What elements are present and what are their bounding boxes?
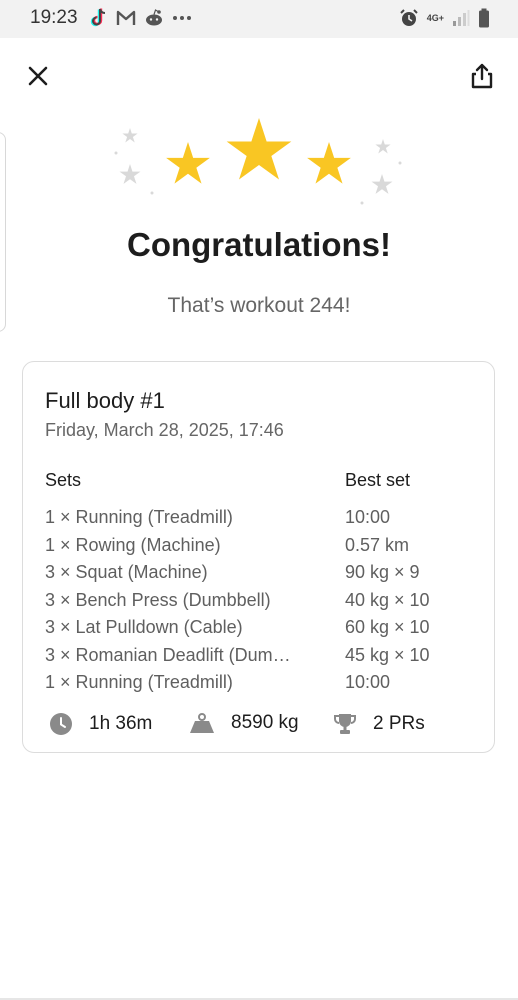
volume-stat: 8590 kg [189, 712, 299, 734]
tiktok-icon [90, 8, 106, 27]
exercise-best-set: 10:00 [345, 672, 391, 692]
star-icon [307, 142, 351, 184]
volume-value: 8590 kg [231, 712, 299, 733]
exercise-sets: 3 × Squat (Machine) [45, 562, 208, 582]
exercise-best-set: 10:00 [345, 507, 391, 527]
sparkle-dot [398, 161, 402, 165]
network-type: 4G+ [426, 12, 444, 23]
exercise-best-set: 45 kg × 10 [345, 644, 430, 665]
sparkle-dot [114, 151, 118, 155]
sparkle-dot [150, 191, 154, 195]
exercise-sets: 1 × Running (Treadmill) [45, 672, 233, 692]
congratulations-title: Congratulations! [127, 226, 391, 263]
trophy-icon [334, 714, 356, 734]
alarm-icon [400, 9, 418, 26]
exercise-best-set: 40 kg × 10 [345, 589, 430, 610]
clock-icon [50, 713, 72, 735]
workout-title: Full body #1 [45, 388, 165, 413]
exercise-sets: 1 × Running (Treadmill) [45, 507, 233, 527]
exercise-best-set: 0.57 km [345, 534, 410, 555]
prs-stat: 2 PRs [333, 712, 425, 736]
reddit-icon [146, 9, 162, 26]
duration-stat: 1h 36m [49, 712, 152, 736]
status-time: 19:23 [30, 7, 78, 28]
exercise-sets: 3 × Romanian Deadlift (Dum… [45, 644, 291, 665]
exercise-best-set: 60 kg × 10 [345, 617, 430, 637]
star-icon [166, 142, 210, 184]
battery-icon [479, 8, 489, 28]
sparkle-dot [360, 201, 364, 205]
workout-stats: 1h 36m 8590 kg 2 PRs [45, 712, 475, 742]
exercise-list: 1 × Running (Treadmill) 10:00 1 × Rowing… [23, 507, 494, 700]
notification-icons [90, 8, 192, 28]
exercise-row: 3 × Bench Press (Dumbbell) 40 kg × 10 [23, 590, 494, 618]
exercise-row: 1 × Running (Treadmill) 10:00 [23, 672, 494, 700]
signal-icon [453, 10, 470, 26]
exercise-row: 3 × Romanian Deadlift (Dum… 45 kg × 10 [23, 645, 494, 673]
prs-value: 2 PRs [373, 713, 425, 734]
weight-icon [190, 713, 214, 733]
exercise-sets: 3 × Bench Press (Dumbbell) [45, 589, 271, 610]
exercise-row: 1 × Running (Treadmill) 10:00 [23, 507, 494, 535]
star-icon [226, 118, 292, 180]
share-icon [471, 63, 493, 89]
top-bar [0, 56, 518, 96]
exercise-sets: 1 × Rowing (Machine) [45, 534, 221, 555]
duration-value: 1h 36m [89, 713, 153, 734]
sparkle-star-icon [119, 164, 141, 184]
system-icons: 4G+ [399, 8, 490, 28]
exercise-sets: 3 × Lat Pulldown (Cable) [45, 617, 243, 637]
gmail-icon [116, 10, 136, 25]
sets-column-header: Sets [45, 470, 82, 490]
best-set-column-header: Best set [345, 470, 411, 490]
close-icon [28, 66, 48, 86]
status-bar: 19:23 4G+ [0, 0, 518, 38]
sparkle-star-icon [371, 174, 393, 194]
sparkle-star-icon [375, 139, 391, 154]
celebration-stars [114, 118, 402, 205]
exercise-row: 3 × Lat Pulldown (Cable) 60 kg × 10 [23, 617, 494, 645]
workout-count-subtitle: That’s workout 244! [167, 294, 351, 317]
workout-summary-card: Full body #1 Friday, March 28, 2025, 17:… [22, 361, 495, 753]
close-button[interactable] [24, 62, 52, 90]
exercise-row: 3 × Squat (Machine) 90 kg × 9 [23, 562, 494, 590]
exercise-row: 1 × Rowing (Machine) 0.57 km [23, 535, 494, 563]
exercise-best-set: 90 kg × 9 [345, 562, 420, 582]
share-button[interactable] [468, 62, 496, 90]
more-dots-icon [173, 16, 191, 20]
workout-date: Friday, March 28, 2025, 17:46 [45, 420, 284, 440]
sparkle-star-icon [122, 128, 138, 143]
